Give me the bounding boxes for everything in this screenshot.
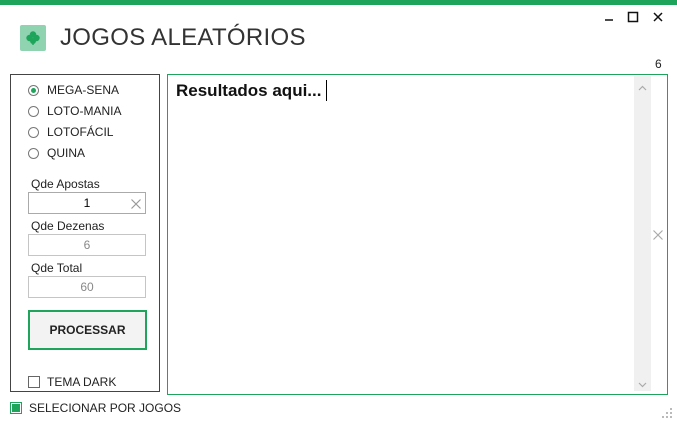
radio-label: LOTO-MANIA: [47, 104, 122, 118]
radio-button[interactable]: [28, 126, 39, 138]
select-by-games-checkbox[interactable]: [10, 402, 22, 414]
apostas-field[interactable]: [28, 192, 146, 214]
dezenas-label: Qde Dezenas: [31, 219, 105, 233]
dark-theme-toggle[interactable]: TEMA DARK: [28, 375, 116, 389]
radio-button[interactable]: [28, 147, 39, 159]
radio-lotofacil[interactable]: LOTOFÁCIL: [28, 123, 113, 141]
text-caret: [326, 80, 327, 101]
radio-label: MEGA-SENA: [47, 83, 120, 97]
chevron-up-icon[interactable]: [637, 80, 648, 91]
clear-results-icon[interactable]: [652, 228, 664, 240]
dark-theme-checkbox[interactable]: [28, 376, 40, 388]
apostas-input[interactable]: [29, 193, 145, 213]
total-field: 60: [28, 276, 146, 298]
game-count-label: 6: [655, 57, 662, 71]
radio-quina[interactable]: QUINA: [28, 144, 85, 162]
total-label: Qde Total: [31, 261, 83, 275]
dark-theme-label: TEMA DARK: [47, 375, 117, 389]
process-button[interactable]: PROCESSAR: [28, 310, 147, 350]
chevron-down-icon[interactable]: [637, 377, 648, 388]
title-accent-bar: [0, 0, 677, 5]
results-placeholder: Resultados aqui...: [176, 81, 322, 100]
radio-button-checked[interactable]: [28, 84, 39, 96]
close-icon[interactable]: [650, 9, 666, 25]
select-by-games-label: SELECIONAR POR JOGOS: [29, 401, 182, 415]
vertical-scrollbar[interactable]: [634, 76, 651, 391]
radio-mega-sena[interactable]: MEGA-SENA: [28, 81, 119, 99]
select-by-games-toggle[interactable]: SELECIONAR POR JOGOS: [10, 401, 181, 415]
clover-icon: [20, 25, 46, 51]
radio-button[interactable]: [28, 105, 39, 117]
dezenas-field: 6: [28, 234, 146, 256]
clear-icon[interactable]: [130, 197, 142, 209]
radio-label: LOTOFÁCIL: [47, 125, 114, 139]
minimize-icon[interactable]: [602, 10, 616, 24]
resize-grip-icon[interactable]: [660, 406, 673, 419]
radio-label: QUINA: [47, 146, 86, 160]
maximize-icon[interactable]: [626, 10, 640, 24]
radio-loto-mania[interactable]: LOTO-MANIA: [28, 102, 121, 120]
apostas-label: Qde Apostas: [31, 177, 100, 191]
app-title: JOGOS ALEATÓRIOS: [60, 24, 306, 51]
results-textarea[interactable]: [167, 74, 668, 395]
